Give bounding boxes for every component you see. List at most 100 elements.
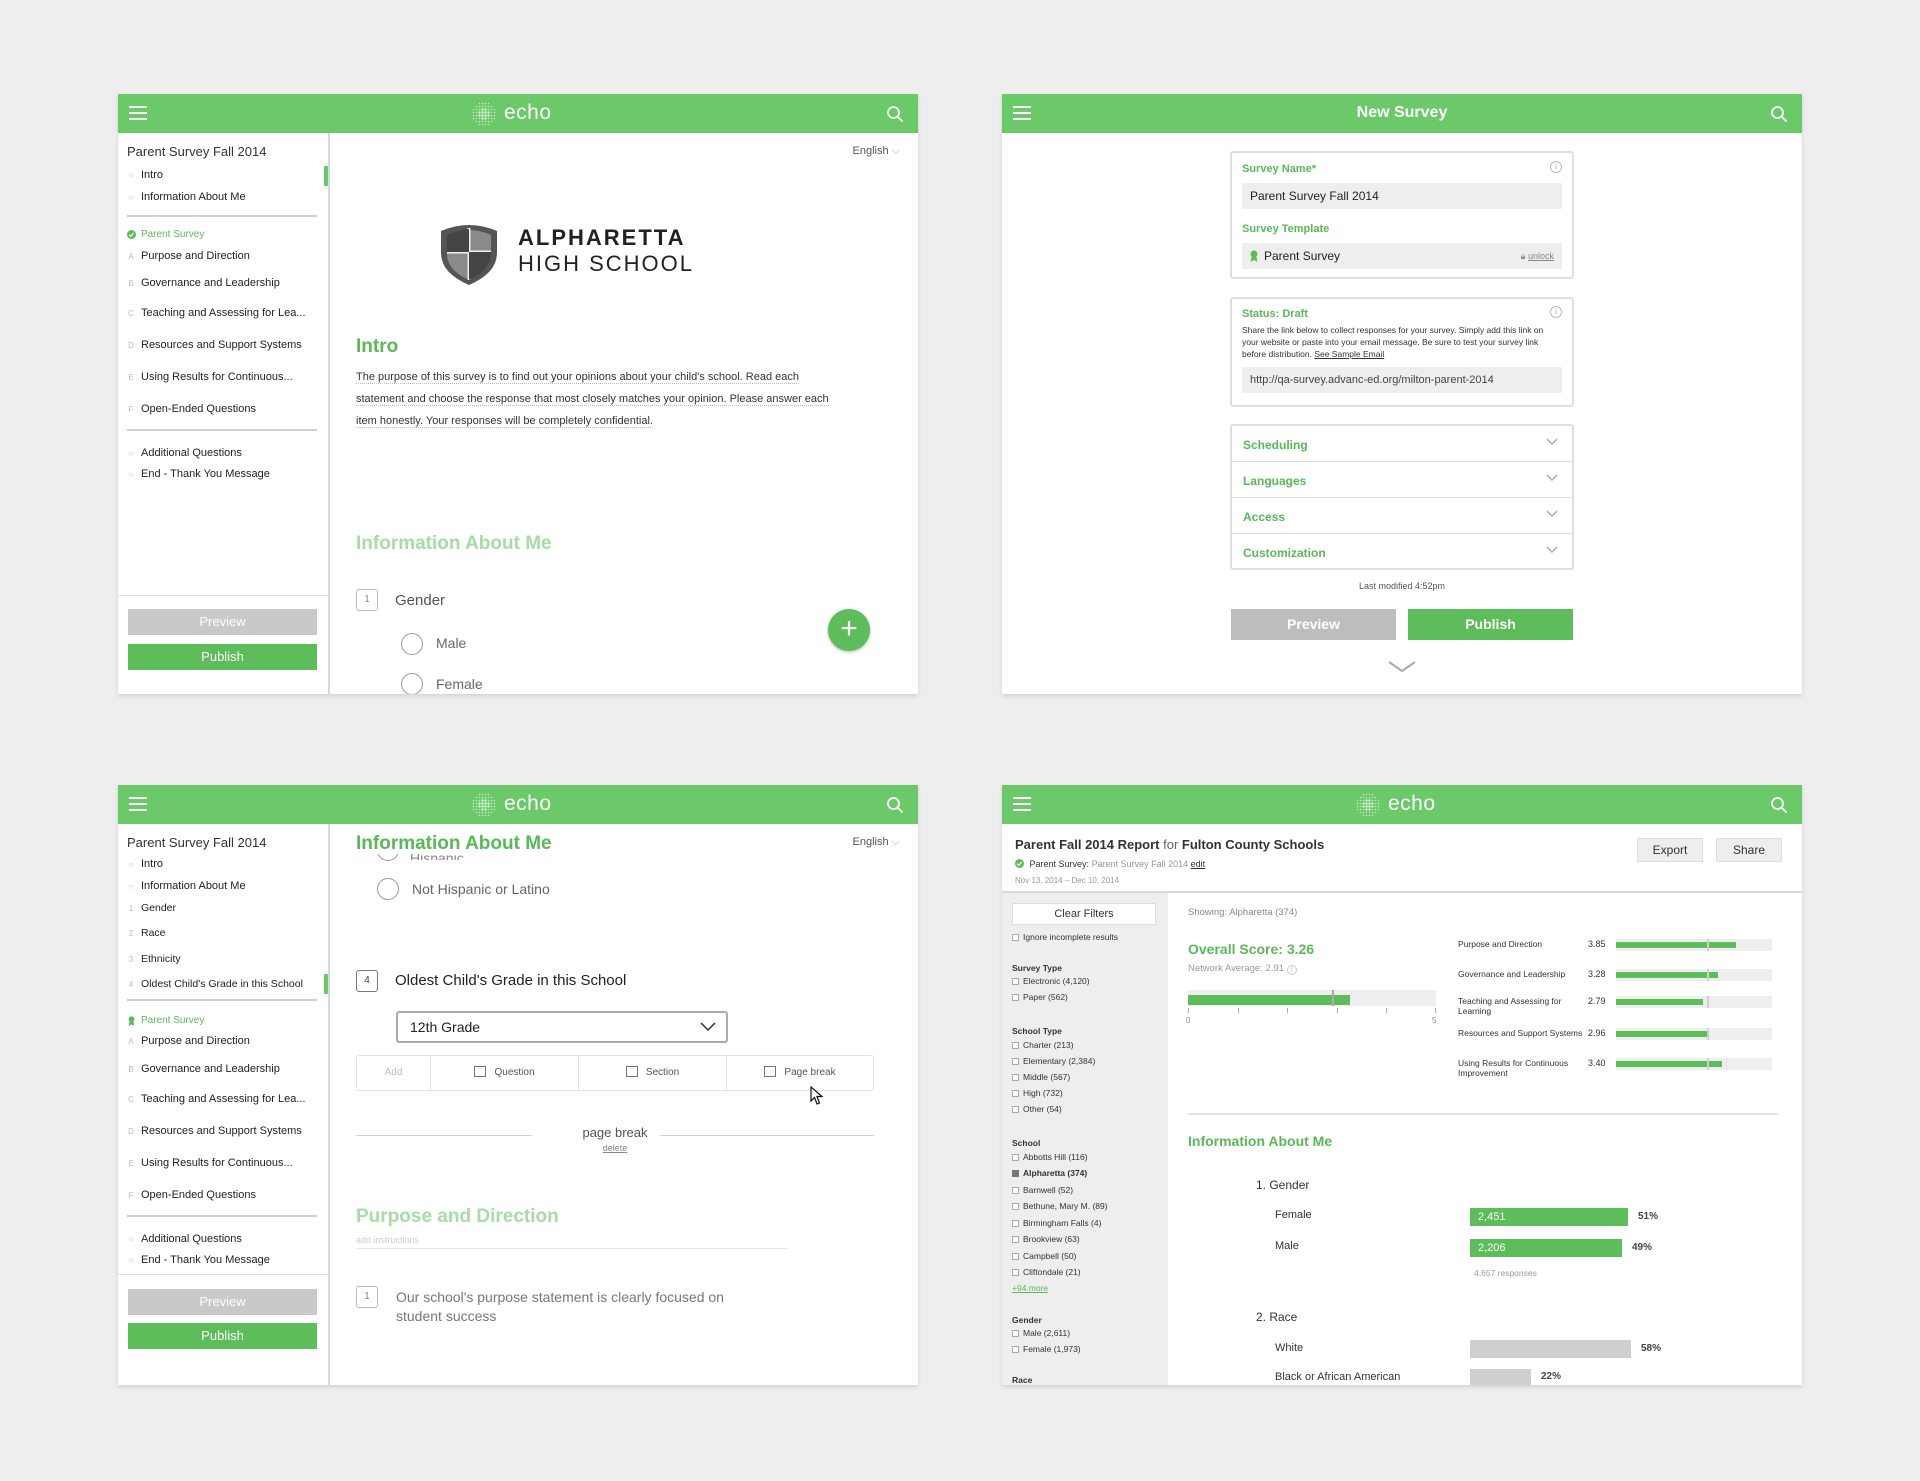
filter-checkbox[interactable]: Electronic (4,120) — [1012, 976, 1090, 986]
checkbox[interactable] — [1012, 1074, 1019, 1081]
filter-checkbox[interactable]: Birmingham Falls (4) — [1012, 1218, 1101, 1228]
checkbox[interactable] — [1012, 934, 1019, 941]
filter-checkbox-checked[interactable]: Alpharetta (374) — [1012, 1168, 1087, 1178]
hamburger-menu-icon[interactable] — [1013, 797, 1031, 812]
hamburger-menu-icon[interactable] — [129, 797, 147, 812]
checkbox-checked[interactable] — [1012, 1170, 1019, 1177]
search-icon[interactable] — [1770, 796, 1788, 814]
filter-checkbox[interactable]: High (732) — [1012, 1088, 1063, 1098]
filter-checkbox[interactable]: Male (2,611) — [1012, 1328, 1070, 1338]
domain-score-row[interactable]: Governance and Leadership 3.28 — [1458, 969, 1788, 999]
option-label[interactable]: Not Hispanic or Latino — [412, 881, 550, 897]
section-heading[interactable]: Information About Me — [356, 533, 552, 555]
survey-url-field[interactable]: http://qa-survey.advanc-ed.org/milton-pa… — [1242, 367, 1562, 393]
preview-button[interactable]: Preview — [1231, 609, 1396, 640]
accordion-access[interactable]: Access — [1232, 498, 1572, 534]
publish-button[interactable]: Publish — [1408, 609, 1573, 640]
checkbox[interactable] — [1012, 1346, 1019, 1353]
add-page-break-button[interactable]: Page break — [727, 1056, 873, 1090]
accordion-languages[interactable]: Languages — [1232, 462, 1572, 498]
radio-option[interactable] — [377, 878, 399, 900]
filter-checkbox[interactable]: Abbotts Hill (116) — [1012, 1152, 1088, 1162]
filter-checkbox[interactable]: Brookview (63) — [1012, 1234, 1080, 1244]
clear-filters-button[interactable]: Clear Filters — [1012, 903, 1156, 925]
chevron-down-icon[interactable] — [1387, 660, 1417, 674]
section-heading[interactable]: Purpose and Direction — [356, 1206, 559, 1228]
filter-checkbox[interactable]: Campbell (50) — [1012, 1251, 1076, 1261]
editor-content: English ⌵ Hispanic Information About Me … — [330, 824, 918, 1385]
domain-score-row[interactable]: Purpose and Direction 3.85 — [1458, 939, 1788, 969]
search-icon[interactable] — [886, 796, 904, 814]
preview-button[interactable]: Preview — [128, 609, 317, 635]
filter-checkbox[interactable]: Ignore incomplete results — [1012, 932, 1118, 942]
survey-name-field[interactable]: Parent Survey Fall 2014 — [1242, 183, 1562, 209]
question-text[interactable]: Our school's purpose statement is clearl… — [396, 1288, 724, 1326]
checkbox[interactable] — [1012, 1203, 1019, 1210]
checkbox[interactable] — [1012, 1042, 1019, 1049]
echo-logo-icon — [472, 793, 496, 817]
checkbox[interactable] — [1012, 1330, 1019, 1337]
edit-link[interactable]: edit — [1191, 859, 1206, 869]
accordion-scheduling[interactable]: Scheduling — [1232, 426, 1572, 462]
info-icon[interactable]: i — [1550, 161, 1562, 173]
publish-button[interactable]: Publish — [128, 644, 317, 670]
grade-select[interactable]: 12th Grade — [396, 1011, 728, 1043]
more-schools-link[interactable]: +94 more — [1012, 1283, 1048, 1293]
add-question-button[interactable]: Question — [431, 1056, 579, 1090]
language-select[interactable]: English ⌵ — [853, 836, 900, 849]
domain-score-row[interactable]: Teaching and Assessing for Learning 2.79 — [1458, 996, 1788, 1026]
publish-button[interactable]: Publish — [128, 1323, 317, 1349]
info-icon[interactable]: i — [1550, 306, 1562, 318]
export-button[interactable]: Export — [1637, 838, 1703, 862]
checkbox[interactable] — [1012, 1187, 1019, 1194]
filter-checkbox[interactable]: Charter (213) — [1012, 1040, 1074, 1050]
domain-score-row[interactable]: Resources and Support Systems 2.96 — [1458, 1028, 1788, 1058]
checkbox[interactable] — [1012, 1058, 1019, 1065]
echo-logo[interactable]: echo — [472, 790, 572, 820]
filter-checkbox[interactable]: Elementary (2,384) — [1012, 1056, 1095, 1066]
filter-checkbox[interactable]: Middle (567) — [1012, 1072, 1070, 1082]
info-icon[interactable]: i — [1286, 965, 1297, 975]
option-label[interactable]: Female — [436, 676, 483, 692]
search-icon[interactable] — [1770, 105, 1788, 123]
filter-checkbox[interactable]: Paper (562) — [1012, 992, 1068, 1002]
delete-page-break-link[interactable]: delete — [356, 1143, 874, 1153]
checkbox[interactable] — [1012, 1253, 1019, 1260]
question-text[interactable]: Gender — [395, 592, 445, 609]
radio-option[interactable] — [401, 673, 423, 694]
award-ribbon-icon — [128, 1016, 135, 1026]
intro-heading[interactable]: Intro — [356, 336, 398, 358]
add-button[interactable]: + — [828, 609, 870, 651]
filter-checkbox[interactable]: Other (54) — [1012, 1104, 1062, 1114]
checkbox[interactable] — [1012, 1106, 1019, 1113]
checkbox[interactable] — [1012, 1090, 1019, 1097]
add-instructions-field[interactable]: add instructions — [356, 1235, 788, 1249]
echo-logo[interactable]: echo — [1356, 790, 1456, 820]
filter-checkbox[interactable]: Cliftondale (21) — [1012, 1267, 1081, 1277]
checkbox[interactable] — [1012, 994, 1019, 1001]
option-label[interactable]: Male — [436, 635, 466, 651]
checkbox[interactable] — [1012, 1220, 1019, 1227]
echo-logo[interactable]: echo — [472, 99, 572, 129]
filter-checkbox[interactable]: Female (1,973) — [1012, 1344, 1081, 1354]
search-icon[interactable] — [886, 105, 904, 123]
checkbox[interactable] — [1012, 1154, 1019, 1161]
survey-template-field[interactable]: Parent Survey 🔒︎ unlock — [1242, 243, 1562, 269]
filter-checkbox[interactable]: Barnwell (52) — [1012, 1185, 1073, 1195]
unlock-link[interactable]: 🔒︎ unlock — [1521, 243, 1554, 269]
checkbox[interactable] — [1012, 978, 1019, 985]
question-text[interactable]: Oldest Child's Grade in this School — [395, 972, 626, 989]
filter-checkbox[interactable]: Bethune, Mary M. (89) — [1012, 1201, 1108, 1211]
share-button[interactable]: Share — [1716, 838, 1782, 862]
see-sample-email-link[interactable]: See Sample Email — [1314, 349, 1384, 359]
accordion-customization[interactable]: Customization — [1232, 534, 1572, 570]
section-heading[interactable]: Information About Me — [356, 833, 552, 855]
preview-button[interactable]: Preview — [128, 1289, 317, 1315]
radio-option[interactable] — [401, 633, 423, 655]
hamburger-menu-icon[interactable] — [129, 106, 147, 121]
checkbox[interactable] — [1012, 1269, 1019, 1276]
add-section-button[interactable]: Section — [579, 1056, 727, 1090]
checkbox[interactable] — [1012, 1236, 1019, 1243]
intro-text[interactable]: The purpose of this survey is to find ou… — [356, 366, 872, 432]
domain-score-row[interactable]: Using Results for Continuous Improvement… — [1458, 1058, 1788, 1088]
